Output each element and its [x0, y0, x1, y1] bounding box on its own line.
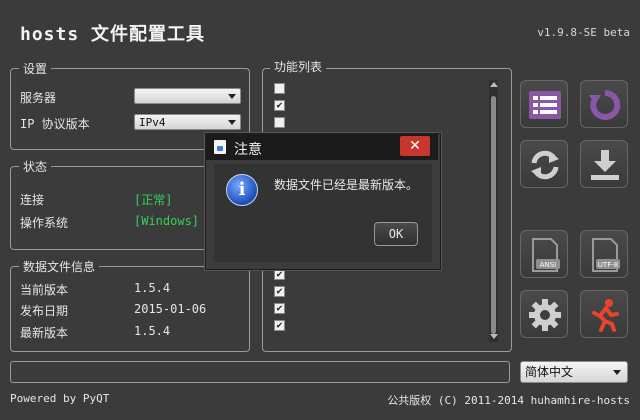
function-checkbox[interactable]: ✔: [274, 269, 285, 280]
powered-by-label: Powered by PyQT: [10, 392, 110, 405]
ip-version-select[interactable]: IPv4: [134, 114, 241, 130]
function-list-title: 功能列表: [270, 58, 327, 75]
language-select[interactable]: 简体中文: [520, 361, 628, 383]
data-info-group-title: 数据文件信息: [19, 258, 100, 275]
settings-button[interactable]: [520, 290, 568, 338]
copyright-label: 公共版权 (C) 2011-2014 huhamhire-hosts: [387, 394, 630, 407]
close-button[interactable]: ✕: [400, 136, 430, 156]
list-icon: [529, 91, 561, 119]
utf8-file-icon: UTF-8: [592, 238, 620, 272]
scrollbar-thumb[interactable]: [491, 96, 496, 334]
function-checkbox[interactable]: [274, 83, 285, 94]
exit-button[interactable]: [580, 290, 628, 338]
update-button[interactable]: [520, 140, 568, 188]
refresh-icon: [589, 89, 621, 120]
gear-icon: [529, 299, 561, 331]
scroll-down-icon[interactable]: [490, 334, 498, 339]
dialog-title: 注意: [234, 142, 262, 158]
scroll-up-icon[interactable]: [490, 82, 498, 87]
download-button[interactable]: [580, 140, 628, 188]
chevron-down-icon: [228, 120, 236, 125]
version-label: v1.9.8-SE beta: [537, 26, 630, 39]
server-label: 服务器: [20, 91, 57, 105]
function-checkbox[interactable]: [274, 117, 285, 128]
ip-version-label: IP 协议版本: [20, 117, 90, 131]
language-value: 简体中文: [525, 365, 574, 379]
document-icon: [214, 140, 226, 154]
latest-version-value: 1.5.4: [134, 324, 171, 338]
ok-button[interactable]: OK: [374, 222, 418, 246]
current-version-label: 当前版本: [20, 283, 69, 297]
export-ansi-button[interactable]: ANSI: [520, 230, 568, 278]
latest-version-label: 最新版本: [20, 326, 69, 340]
function-list-button[interactable]: [520, 80, 568, 128]
info-icon: i: [226, 174, 258, 206]
dialog-titlebar[interactable]: 注意 ✕: [206, 134, 438, 160]
os-value: [Windows]: [134, 214, 200, 228]
current-version-value: 1.5.4: [134, 281, 171, 295]
svg-text:ANSI: ANSI: [540, 261, 557, 269]
settings-group-title: 设置: [19, 60, 52, 77]
app-title: hosts 文件配置工具: [20, 24, 206, 45]
svg-text:UTF-8: UTF-8: [598, 261, 618, 269]
function-checkbox[interactable]: ✔: [274, 320, 285, 331]
chevron-down-icon: [613, 370, 621, 375]
ansi-file-icon: ANSI: [532, 238, 560, 272]
function-checkbox[interactable]: ✔: [274, 303, 285, 314]
function-checkbox[interactable]: ✔: [274, 286, 285, 297]
os-label: 操作系统: [20, 216, 69, 230]
running-man-icon: [592, 299, 619, 332]
sync-icon: [531, 150, 559, 180]
status-group-title: 状态: [19, 158, 52, 175]
chevron-down-icon: [228, 94, 236, 99]
server-select[interactable]: [134, 88, 241, 104]
status-bar: [10, 361, 510, 383]
export-utf8-button[interactable]: UTF-8: [580, 230, 628, 278]
ip-version-value: IPv4: [139, 116, 166, 129]
reset-button[interactable]: [580, 80, 628, 128]
connection-status: [正常]: [134, 193, 173, 207]
notice-dialog: 注意 ✕ i 数据文件已经是最新版本。 OK: [205, 133, 441, 270]
download-icon: [591, 150, 619, 180]
release-date-label: 发布日期: [20, 304, 69, 318]
function-checkbox[interactable]: ✔: [274, 100, 285, 111]
dialog-message: 数据文件已经是最新版本。: [274, 178, 419, 192]
connection-label: 连接: [20, 193, 45, 207]
release-date-value: 2015-01-06: [134, 302, 207, 316]
